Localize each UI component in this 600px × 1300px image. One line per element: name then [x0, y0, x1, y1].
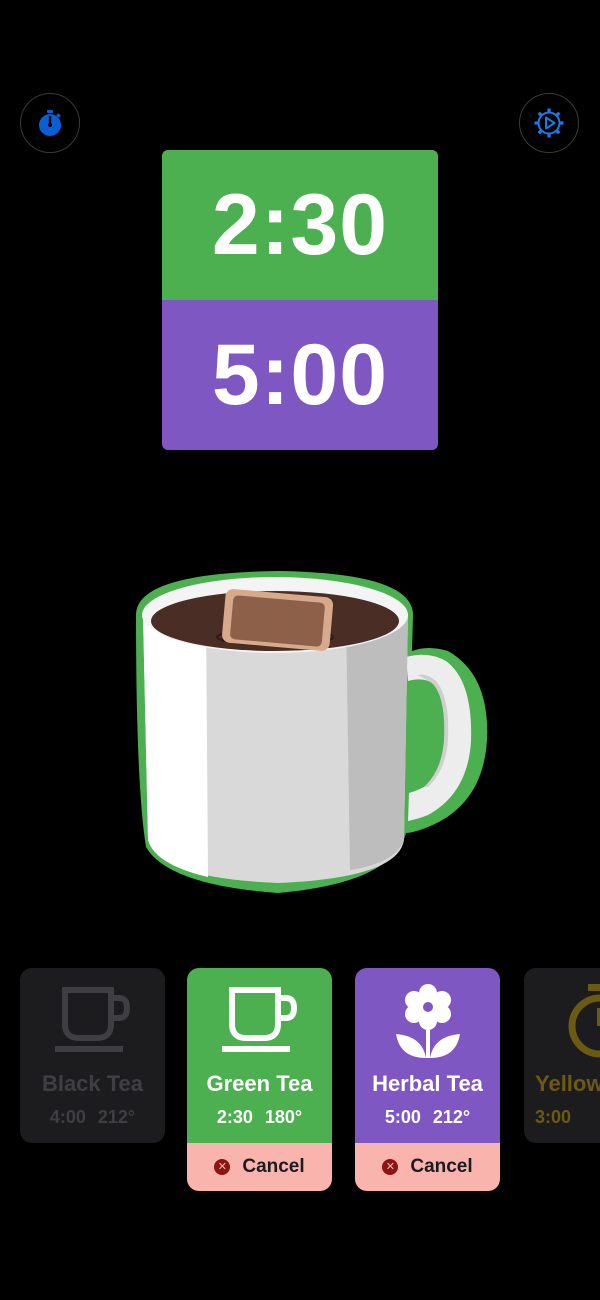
tea-card-herbal[interactable]: Herbal Tea 5:00 212° ✕ Cancel [355, 968, 500, 1191]
tea-time: 3:00 [535, 1107, 572, 1127]
cancel-button[interactable]: ✕ Cancel [187, 1143, 332, 1191]
flower-icon [355, 984, 500, 1060]
close-circle-icon: ✕ [382, 1159, 399, 1175]
timer-herbal-tea: 5:00 [162, 300, 438, 450]
timer-value: 5:00 [211, 326, 389, 423]
tea-time: 4:00 [49, 1107, 86, 1127]
cup-icon [187, 986, 332, 1054]
cancel-label: Cancel [242, 1156, 305, 1177]
tea-temp: 212° [432, 1107, 471, 1127]
gear-play-icon [534, 108, 564, 138]
tea-card-green[interactable]: Green Tea 2:30 180° ✕ Cancel [187, 968, 332, 1191]
timer-icon [524, 984, 600, 1058]
tea-meta: 5:00 212° [355, 1107, 500, 1128]
tea-selector: Black Tea 4:00 212° Green Tea 2:30 180° … [0, 968, 600, 1198]
timer-value: 2:30 [211, 176, 389, 273]
tea-mug-illustration [128, 565, 493, 905]
tea-name: Green Tea [206, 1071, 313, 1096]
cancel-label: Cancel [410, 1156, 473, 1177]
tea-time: 5:00 [384, 1107, 421, 1127]
tea-card-black[interactable]: Black Tea 4:00 212° [20, 968, 165, 1143]
tea-time: 2:30 [216, 1107, 253, 1127]
tea-timer-screen: 2:30 5:00 Black Tea 4:00 212° Green Tea … [0, 0, 600, 1300]
tea-mug-icon [136, 571, 488, 893]
tea-meta: 3:00 [524, 1107, 600, 1128]
tea-meta: 2:30 180° [187, 1107, 332, 1128]
timer-green-tea: 2:30 [162, 150, 438, 300]
settings-button[interactable] [519, 93, 579, 153]
tea-temp: 180° [264, 1107, 303, 1127]
tea-card-yellow[interactable]: Yellow 3:00 [524, 968, 600, 1143]
tea-name: Black Tea [41, 1071, 144, 1096]
cup-icon [20, 986, 165, 1054]
tea-meta: 4:00 212° [20, 1107, 165, 1128]
cancel-button[interactable]: ✕ Cancel [355, 1143, 500, 1191]
close-circle-icon: ✕ [214, 1159, 231, 1175]
tea-temp: 212° [97, 1107, 136, 1127]
tea-name: Yellow [535, 1071, 600, 1096]
stopwatch-button[interactable] [20, 93, 80, 153]
active-timers: 2:30 5:00 [162, 150, 438, 450]
stopwatch-icon [39, 110, 61, 136]
tea-name: Herbal Tea [372, 1071, 483, 1096]
